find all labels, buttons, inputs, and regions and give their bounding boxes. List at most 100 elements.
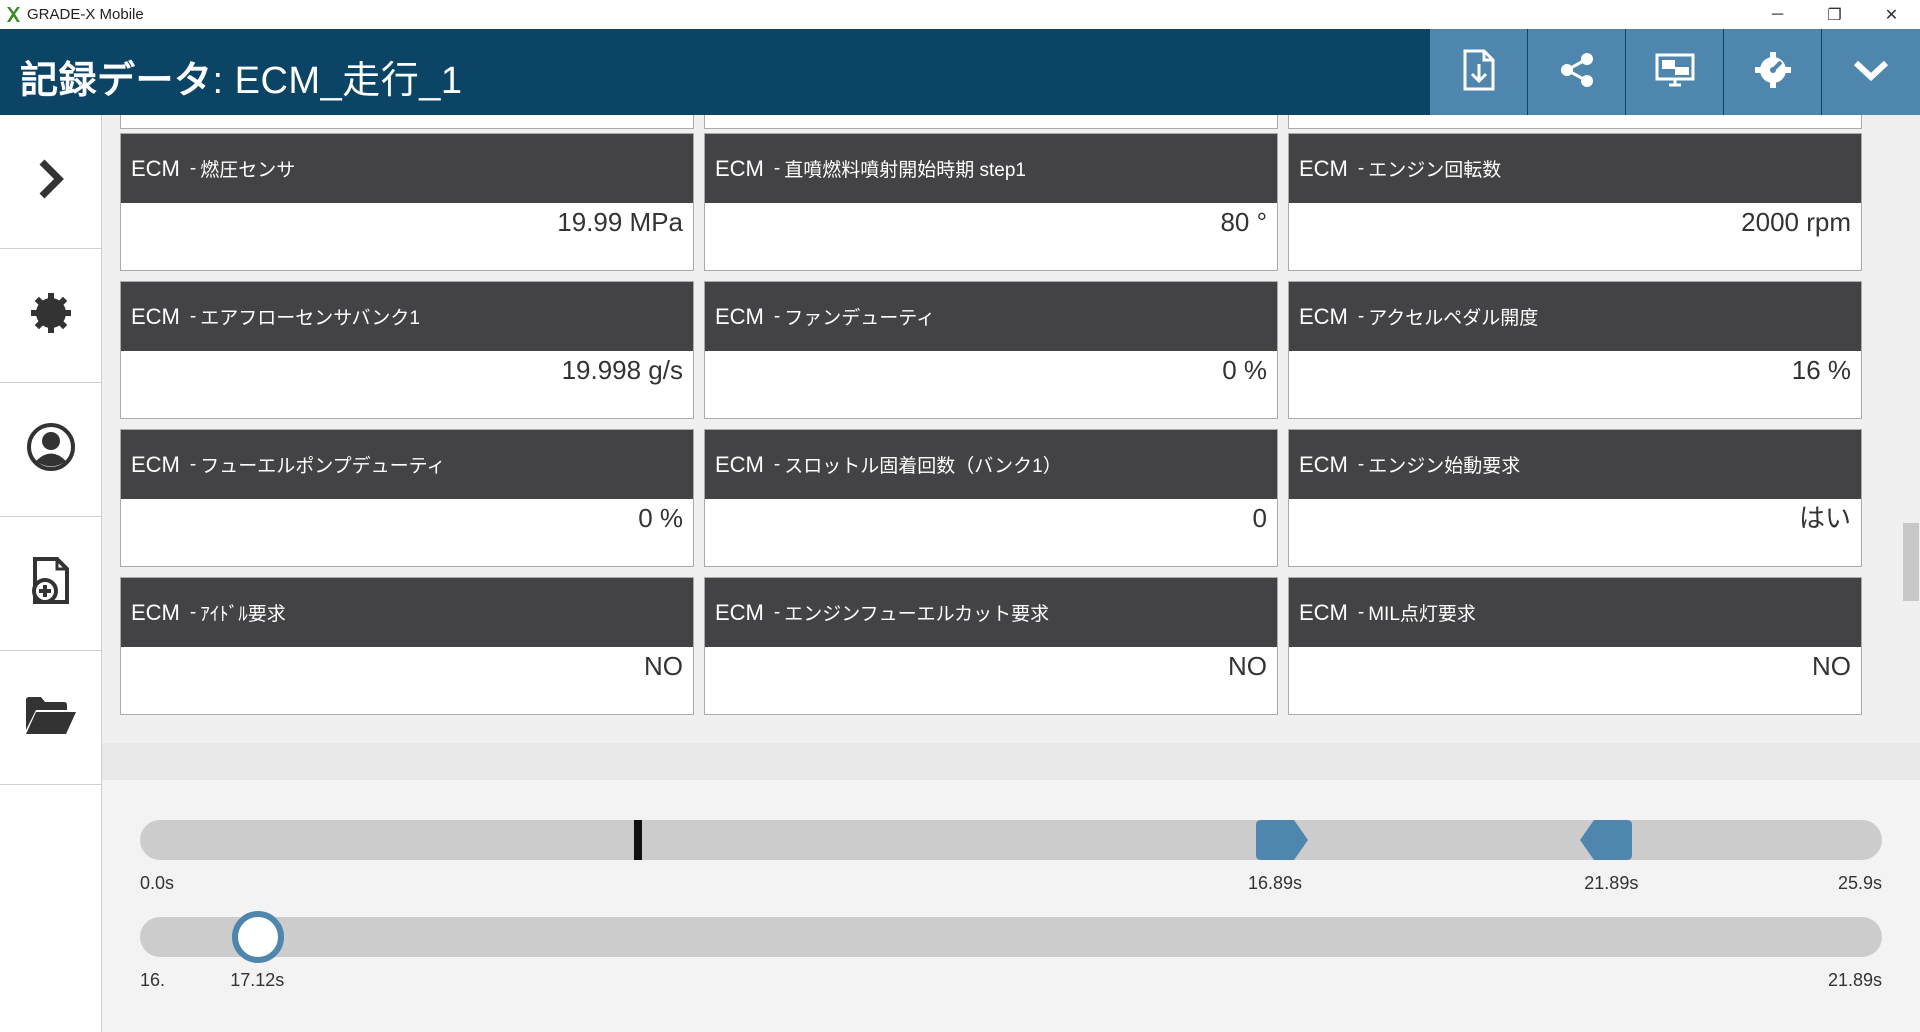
data-card[interactable]: ECM - ファンデューティ 0 % <box>704 281 1278 419</box>
window-controls: ─ ❐ ✕ <box>1749 0 1920 29</box>
card-value: 0 % <box>1222 355 1267 385</box>
data-grid-viewport[interactable]: ECM - 燃圧センサ 19.99 MPa ECM - 直噴燃料噴射開始時期 step1 80… <box>102 115 1902 743</box>
card-value: 19.99 MPa <box>557 207 683 237</box>
sidebar <box>0 115 102 1032</box>
card-separator: - <box>1357 305 1365 327</box>
data-card-header: ECM - 燃圧センサ <box>121 134 693 203</box>
vertical-scrollbar[interactable] <box>1902 115 1920 743</box>
data-card-header: ECM - アクセルペダル開度 <box>1289 282 1861 351</box>
card-parameter-name: エンジンフューエルカット要求 <box>784 604 1050 625</box>
export-icon <box>1462 49 1496 96</box>
card-ecu-label: ECM <box>715 451 764 477</box>
range-end-handle[interactable] <box>1580 820 1633 865</box>
overview-start-label: 0.0s <box>140 873 175 893</box>
card-ecu-label: ECM <box>131 599 180 625</box>
data-panel: ECM - 燃圧センサ 19.99 MPa ECM - 直噴燃料噴射開始時期 step1 80… <box>102 115 1920 780</box>
range-start-label: 16.89s <box>1247 873 1303 893</box>
card-parameter-name: エンジン回転数 <box>1368 160 1502 181</box>
data-card-partial <box>704 115 1278 129</box>
detail-end-label: 21.89s <box>1827 970 1882 990</box>
minimize-button[interactable]: ─ <box>1749 0 1806 29</box>
card-separator: - <box>189 601 197 623</box>
card-separator: - <box>189 453 197 475</box>
playback-slider-knob[interactable] <box>232 911 285 963</box>
app-logo-icon <box>6 6 21 23</box>
close-button[interactable]: ✕ <box>1863 0 1920 29</box>
card-parameter-name: エンジン始動要求 <box>1368 456 1521 477</box>
gauge-settings-icon <box>1754 51 1792 94</box>
data-card[interactable]: ECM - エンジンフューエルカット要求 NO <box>704 577 1278 715</box>
header-toolbar <box>1430 29 1920 115</box>
card-parameter-name: ファンデューティ <box>784 308 936 329</box>
playback-cursor[interactable] <box>633 820 642 860</box>
data-card[interactable]: ECM - アクセルペダル開度 16 % <box>1288 281 1862 419</box>
card-value: NO <box>644 651 683 681</box>
data-card[interactable]: ECM - エンジン回転数 2000 rpm <box>1288 133 1862 271</box>
sidebar-item-open-folder[interactable] <box>0 651 101 785</box>
gear-icon <box>29 291 73 340</box>
data-card-header: ECM - ファンデューティ <box>705 282 1277 351</box>
page-title-name: : ECM_走行_1 <box>212 60 463 102</box>
data-card-partial <box>120 115 694 129</box>
card-ecu-label: ECM <box>131 303 180 329</box>
maximize-button[interactable]: ❐ <box>1806 0 1863 29</box>
data-card-header: ECM - MIL点灯要求 <box>1289 578 1861 647</box>
data-card[interactable]: ECM - MIL点灯要求 NO <box>1288 577 1862 715</box>
overview-end-label: 25.9s <box>1837 873 1882 893</box>
card-ecu-label: ECM <box>715 155 764 181</box>
range-start-handle[interactable] <box>1255 820 1308 865</box>
data-card-partial <box>1288 115 1862 129</box>
playback-timeline: 0.0s 16.89s 21.89s 25.9s 16. 17.12s 21.8… <box>102 780 1920 1032</box>
export-button[interactable] <box>1430 29 1527 115</box>
detail-track[interactable] <box>140 917 1882 957</box>
share-button[interactable] <box>1528 29 1625 115</box>
card-ecu-label: ECM <box>1299 155 1348 181</box>
data-card[interactable]: ECM - スロットル固着回数（バンク1） 0 <box>704 429 1278 567</box>
card-separator: - <box>773 453 781 475</box>
card-parameter-name: フューエルポンプデューティ <box>200 456 446 477</box>
data-card[interactable]: ECM - フューエルポンプデューティ 0 % <box>120 429 694 567</box>
data-card[interactable]: ECM - ｱｲﾄﾞﾙ要求 NO <box>120 577 694 715</box>
data-card[interactable]: ECM - エアフローセンサバンク1 19.998 g/s <box>120 281 694 419</box>
page-title: 記録データ: ECM_走行_1 <box>20 49 462 104</box>
card-ecu-label: ECM <box>715 303 764 329</box>
app-title: GRADE-X Mobile <box>27 6 144 23</box>
card-ecu-label: ECM <box>1299 451 1348 477</box>
card-parameter-name: 直噴燃料噴射開始時期 step1 <box>784 160 1026 181</box>
card-parameter-name: ｱｲﾄﾞﾙ要求 <box>200 604 286 625</box>
chevron-down-icon <box>1852 58 1890 87</box>
page-title-prefix: 記録データ <box>20 60 213 102</box>
card-ecu-label: ECM <box>715 599 764 625</box>
card-ecu-label: ECM <box>131 155 180 181</box>
card-separator: - <box>1357 157 1365 179</box>
card-parameter-name: 燃圧センサ <box>200 160 296 181</box>
card-parameter-name: エアフローセンサバンク1 <box>200 308 420 329</box>
display-button[interactable] <box>1626 29 1723 115</box>
data-card-header: ECM - エアフローセンサバンク1 <box>121 282 693 351</box>
scrollbar-thumb[interactable] <box>1903 523 1919 601</box>
card-value: 19.998 g/s <box>561 355 683 385</box>
range-end-label: 21.89s <box>1584 873 1639 893</box>
card-value: NO <box>1228 651 1267 681</box>
app-header: 記録データ: ECM_走行_1 <box>0 29 1920 115</box>
data-card[interactable]: ECM - 直噴燃料噴射開始時期 step1 80 ° <box>704 133 1278 271</box>
card-separator: - <box>1357 601 1365 623</box>
data-card[interactable]: ECM - エンジン始動要求 はい <box>1288 429 1862 567</box>
folder-open-icon <box>24 694 78 741</box>
card-ecu-label: ECM <box>1299 303 1348 329</box>
card-value: 0 % <box>638 503 683 533</box>
card-parameter-name: アクセルペダル開度 <box>1368 308 1539 329</box>
window-titlebar: GRADE-X Mobile ─ ❐ ✕ <box>0 0 1920 29</box>
detail-start-label: 16. <box>140 970 166 990</box>
gauge-settings-button[interactable] <box>1724 29 1821 115</box>
sidebar-item-settings[interactable] <box>0 249 101 383</box>
sidebar-item-new-record[interactable] <box>0 517 101 651</box>
sidebar-expand-button[interactable] <box>0 115 101 249</box>
card-value: 2000 rpm <box>1741 207 1851 237</box>
card-value: 0 <box>1252 503 1267 533</box>
card-value: 80 ° <box>1220 207 1267 237</box>
more-menu-button[interactable] <box>1822 29 1920 115</box>
data-card[interactable]: ECM - 燃圧センサ 19.99 MPa <box>120 133 694 271</box>
sidebar-item-user[interactable] <box>0 383 101 517</box>
current-time-label: 17.12s <box>230 970 285 990</box>
